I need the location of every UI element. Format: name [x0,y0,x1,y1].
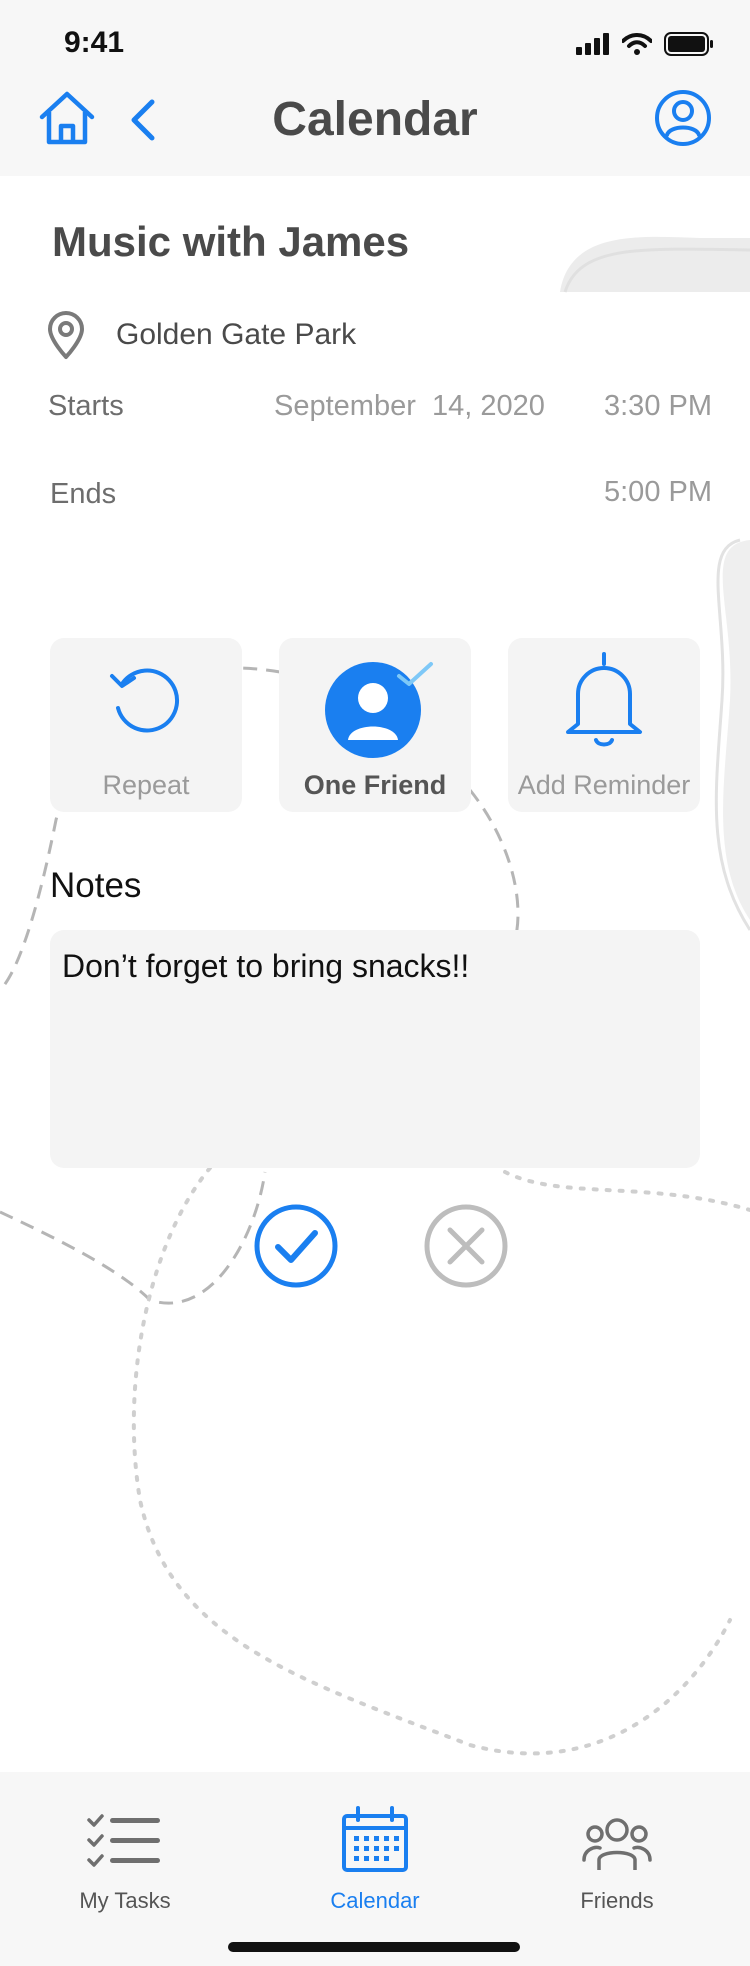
tab-calendar[interactable]: Calendar [250,1772,500,1966]
status-time: 9:41 [64,26,125,59]
tab-my-tasks[interactable]: My Tasks [0,1772,250,1966]
status-icons [576,32,714,56]
battery-icon [664,32,713,56]
task-list-icon [87,1814,160,1867]
friend-selector[interactable]: One Friend [279,638,471,812]
notes-label: Notes [50,866,142,905]
cancel-button[interactable] [422,1202,510,1290]
user-profile-icon [655,90,711,146]
calendar-icon [342,1806,408,1872]
confirm-button[interactable] [252,1202,340,1290]
repeat-label: Repeat [102,770,190,800]
checkmark-icon [397,662,433,686]
friend-label: One Friend [303,770,447,800]
wifi-icon [622,33,652,55]
notes-text: Don’t forget to bring snacks!! [62,948,470,984]
ends-label: Ends [50,478,117,510]
event-title: Music with James [52,218,410,265]
notes-textarea[interactable]: Don’t forget to bring snacks!! [50,930,700,1168]
event-location[interactable]: Golden Gate Park [116,318,356,352]
start-date[interactable]: September 14, 2020 [274,390,545,423]
check-circle-icon [254,1204,338,1288]
add-reminder-button[interactable]: Add Reminder [508,638,700,812]
close-circle-icon [424,1204,508,1288]
home-indicator [228,1942,520,1952]
start-time[interactable]: 3:30 PM [604,390,712,423]
end-time[interactable]: 5:00 PM [604,476,712,509]
tab-calendar-label: Calendar [330,1888,420,1913]
bell-icon [566,652,642,747]
reminder-label: Add Reminder [517,770,691,800]
location-pin-icon [48,311,84,359]
app-header: 9:41 Calendar [0,0,750,176]
repeat-button[interactable]: Repeat [50,638,242,812]
starts-label: Starts [48,390,124,422]
page-title: Calendar [272,93,478,146]
tab-my-tasks-label: My Tasks [79,1888,171,1913]
friends-icon [582,1818,652,1870]
signal-icon [576,33,609,55]
profile-button[interactable] [650,88,716,148]
tab-friends-label: Friends [580,1888,654,1913]
tab-bar: My Tasks Calendar Friends [0,1772,750,1966]
repeat-icon [110,668,180,733]
tab-friends[interactable]: Friends [492,1772,742,1966]
